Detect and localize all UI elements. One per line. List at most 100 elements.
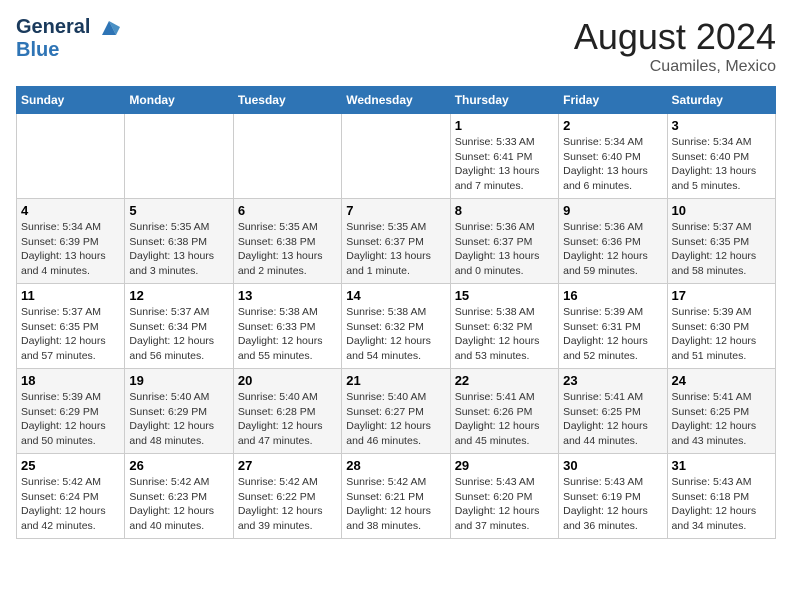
day-cell: 17 Sunrise: 5:39 AM Sunset: 6:30 PM Dayli…: [667, 284, 775, 369]
day-info: Sunrise: 5:37 AM Sunset: 6:35 PM Dayligh…: [672, 220, 771, 279]
day-number: 10: [672, 203, 771, 218]
day-cell: 21 Sunrise: 5:40 AM Sunset: 6:27 PM Dayli…: [342, 369, 450, 454]
day-number: 21: [346, 373, 445, 388]
day-info: Sunrise: 5:40 AM Sunset: 6:28 PM Dayligh…: [238, 390, 337, 449]
day-number: 17: [672, 288, 771, 303]
day-info: Sunrise: 5:43 AM Sunset: 6:18 PM Dayligh…: [672, 475, 771, 534]
day-cell: 19 Sunrise: 5:40 AM Sunset: 6:29 PM Dayli…: [125, 369, 233, 454]
day-number: 3: [672, 118, 771, 133]
day-info: Sunrise: 5:40 AM Sunset: 6:29 PM Dayligh…: [129, 390, 228, 449]
day-number: 5: [129, 203, 228, 218]
day-cell: 6 Sunrise: 5:35 AM Sunset: 6:38 PM Daylig…: [233, 199, 341, 284]
day-cell: 28Sunrise: 5:42 AM Sunset: 6:21 PM Dayli…: [342, 454, 450, 539]
day-cell: 8 Sunrise: 5:36 AM Sunset: 6:37 PM Daylig…: [450, 199, 558, 284]
day-number: 25: [21, 458, 120, 473]
day-number: 8: [455, 203, 554, 218]
day-info: Sunrise: 5:36 AM Sunset: 6:37 PM Dayligh…: [455, 220, 554, 279]
day-info: Sunrise: 5:38 AM Sunset: 6:32 PM Dayligh…: [346, 305, 445, 364]
day-cell: 29Sunrise: 5:43 AM Sunset: 6:20 PM Dayli…: [450, 454, 558, 539]
day-number: 12: [129, 288, 228, 303]
week-row-3: 11 Sunrise: 5:37 AM Sunset: 6:35 PM Dayli…: [17, 284, 776, 369]
day-number: 22: [455, 373, 554, 388]
day-cell: [233, 114, 341, 199]
day-number: 19: [129, 373, 228, 388]
day-info: Sunrise: 5:35 AM Sunset: 6:38 PM Dayligh…: [238, 220, 337, 279]
day-info: Sunrise: 5:39 AM Sunset: 6:29 PM Dayligh…: [21, 390, 120, 449]
day-cell: 3 Sunrise: 5:34 AM Sunset: 6:40 PM Daylig…: [667, 114, 775, 199]
logo-line2: Blue: [16, 39, 120, 62]
day-cell: 20 Sunrise: 5:40 AM Sunset: 6:28 PM Dayli…: [233, 369, 341, 454]
day-cell: [17, 114, 125, 199]
header-cell-monday: Monday: [125, 87, 233, 114]
day-number: 14: [346, 288, 445, 303]
page-header: General Blue August 2024 Cuamiles, Mexic…: [16, 16, 776, 76]
day-number: 27: [238, 458, 337, 473]
day-cell: 11 Sunrise: 5:37 AM Sunset: 6:35 PM Dayli…: [17, 284, 125, 369]
day-cell: [125, 114, 233, 199]
day-cell: 30Sunrise: 5:43 AM Sunset: 6:19 PM Dayli…: [559, 454, 667, 539]
day-info: Sunrise: 5:34 AM Sunset: 6:39 PM Dayligh…: [21, 220, 120, 279]
day-number: 26: [129, 458, 228, 473]
day-info: Sunrise: 5:39 AM Sunset: 6:30 PM Dayligh…: [672, 305, 771, 364]
day-cell: 10 Sunrise: 5:37 AM Sunset: 6:35 PM Dayli…: [667, 199, 775, 284]
day-number: 30: [563, 458, 662, 473]
day-number: 16: [563, 288, 662, 303]
day-cell: 2 Sunrise: 5:34 AM Sunset: 6:40 PM Daylig…: [559, 114, 667, 199]
day-number: 13: [238, 288, 337, 303]
day-cell: [342, 114, 450, 199]
day-info: Sunrise: 5:37 AM Sunset: 6:34 PM Dayligh…: [129, 305, 228, 364]
header-row: SundayMondayTuesdayWednesdayThursdayFrid…: [17, 87, 776, 114]
day-cell: 1 Sunrise: 5:33 AM Sunset: 6:41 PM Daylig…: [450, 114, 558, 199]
day-cell: 7 Sunrise: 5:35 AM Sunset: 6:37 PM Daylig…: [342, 199, 450, 284]
day-cell: 27 Sunrise: 5:42 AM Sunset: 6:22 PM Dayli…: [233, 454, 341, 539]
day-cell: 26Sunrise: 5:42 AM Sunset: 6:23 PM Dayli…: [125, 454, 233, 539]
day-cell: 25 Sunrise: 5:42 AM Sunset: 6:24 PM Dayli…: [17, 454, 125, 539]
week-row-1: 1 Sunrise: 5:33 AM Sunset: 6:41 PM Daylig…: [17, 114, 776, 199]
day-cell: 15Sunrise: 5:38 AM Sunset: 6:32 PM Dayli…: [450, 284, 558, 369]
day-info: Sunrise: 5:37 AM Sunset: 6:35 PM Dayligh…: [21, 305, 120, 364]
day-info: Sunrise: 5:33 AM Sunset: 6:41 PM Dayligh…: [455, 135, 554, 194]
day-cell: 9 Sunrise: 5:36 AM Sunset: 6:36 PM Daylig…: [559, 199, 667, 284]
day-cell: 23Sunrise: 5:41 AM Sunset: 6:25 PM Dayli…: [559, 369, 667, 454]
day-number: 9: [563, 203, 662, 218]
header-cell-wednesday: Wednesday: [342, 87, 450, 114]
day-info: Sunrise: 5:34 AM Sunset: 6:40 PM Dayligh…: [672, 135, 771, 194]
day-number: 7: [346, 203, 445, 218]
day-cell: 31Sunrise: 5:43 AM Sunset: 6:18 PM Dayli…: [667, 454, 775, 539]
day-info: Sunrise: 5:39 AM Sunset: 6:31 PM Dayligh…: [563, 305, 662, 364]
day-info: Sunrise: 5:40 AM Sunset: 6:27 PM Dayligh…: [346, 390, 445, 449]
day-cell: 13Sunrise: 5:38 AM Sunset: 6:33 PM Dayli…: [233, 284, 341, 369]
day-number: 2: [563, 118, 662, 133]
day-number: 1: [455, 118, 554, 133]
day-info: Sunrise: 5:35 AM Sunset: 6:38 PM Dayligh…: [129, 220, 228, 279]
calendar-table: SundayMondayTuesdayWednesdayThursdayFrid…: [16, 86, 776, 539]
week-row-4: 18Sunrise: 5:39 AM Sunset: 6:29 PM Dayli…: [17, 369, 776, 454]
day-info: Sunrise: 5:36 AM Sunset: 6:36 PM Dayligh…: [563, 220, 662, 279]
day-number: 11: [21, 288, 120, 303]
subtitle: Cuamiles, Mexico: [574, 58, 776, 76]
day-cell: 24Sunrise: 5:41 AM Sunset: 6:25 PM Dayli…: [667, 369, 775, 454]
day-cell: 12 Sunrise: 5:37 AM Sunset: 6:34 PM Dayli…: [125, 284, 233, 369]
day-info: Sunrise: 5:35 AM Sunset: 6:37 PM Dayligh…: [346, 220, 445, 279]
day-info: Sunrise: 5:42 AM Sunset: 6:24 PM Dayligh…: [21, 475, 120, 534]
day-number: 4: [21, 203, 120, 218]
week-row-5: 25 Sunrise: 5:42 AM Sunset: 6:24 PM Dayli…: [17, 454, 776, 539]
header-cell-sunday: Sunday: [17, 87, 125, 114]
main-title: August 2024: [574, 16, 776, 58]
day-number: 20: [238, 373, 337, 388]
day-cell: 5 Sunrise: 5:35 AM Sunset: 6:38 PM Daylig…: [125, 199, 233, 284]
day-info: Sunrise: 5:41 AM Sunset: 6:25 PM Dayligh…: [672, 390, 771, 449]
header-cell-thursday: Thursday: [450, 87, 558, 114]
day-cell: 16 Sunrise: 5:39 AM Sunset: 6:31 PM Dayli…: [559, 284, 667, 369]
day-info: Sunrise: 5:43 AM Sunset: 6:20 PM Dayligh…: [455, 475, 554, 534]
logo: General Blue: [16, 16, 120, 62]
day-number: 6: [238, 203, 337, 218]
header-cell-saturday: Saturday: [667, 87, 775, 114]
logo-icon: [98, 17, 120, 39]
header-cell-friday: Friday: [559, 87, 667, 114]
day-info: Sunrise: 5:41 AM Sunset: 6:25 PM Dayligh…: [563, 390, 662, 449]
day-number: 28: [346, 458, 445, 473]
day-info: Sunrise: 5:34 AM Sunset: 6:40 PM Dayligh…: [563, 135, 662, 194]
day-info: Sunrise: 5:42 AM Sunset: 6:22 PM Dayligh…: [238, 475, 337, 534]
day-cell: 14 Sunrise: 5:38 AM Sunset: 6:32 PM Dayli…: [342, 284, 450, 369]
